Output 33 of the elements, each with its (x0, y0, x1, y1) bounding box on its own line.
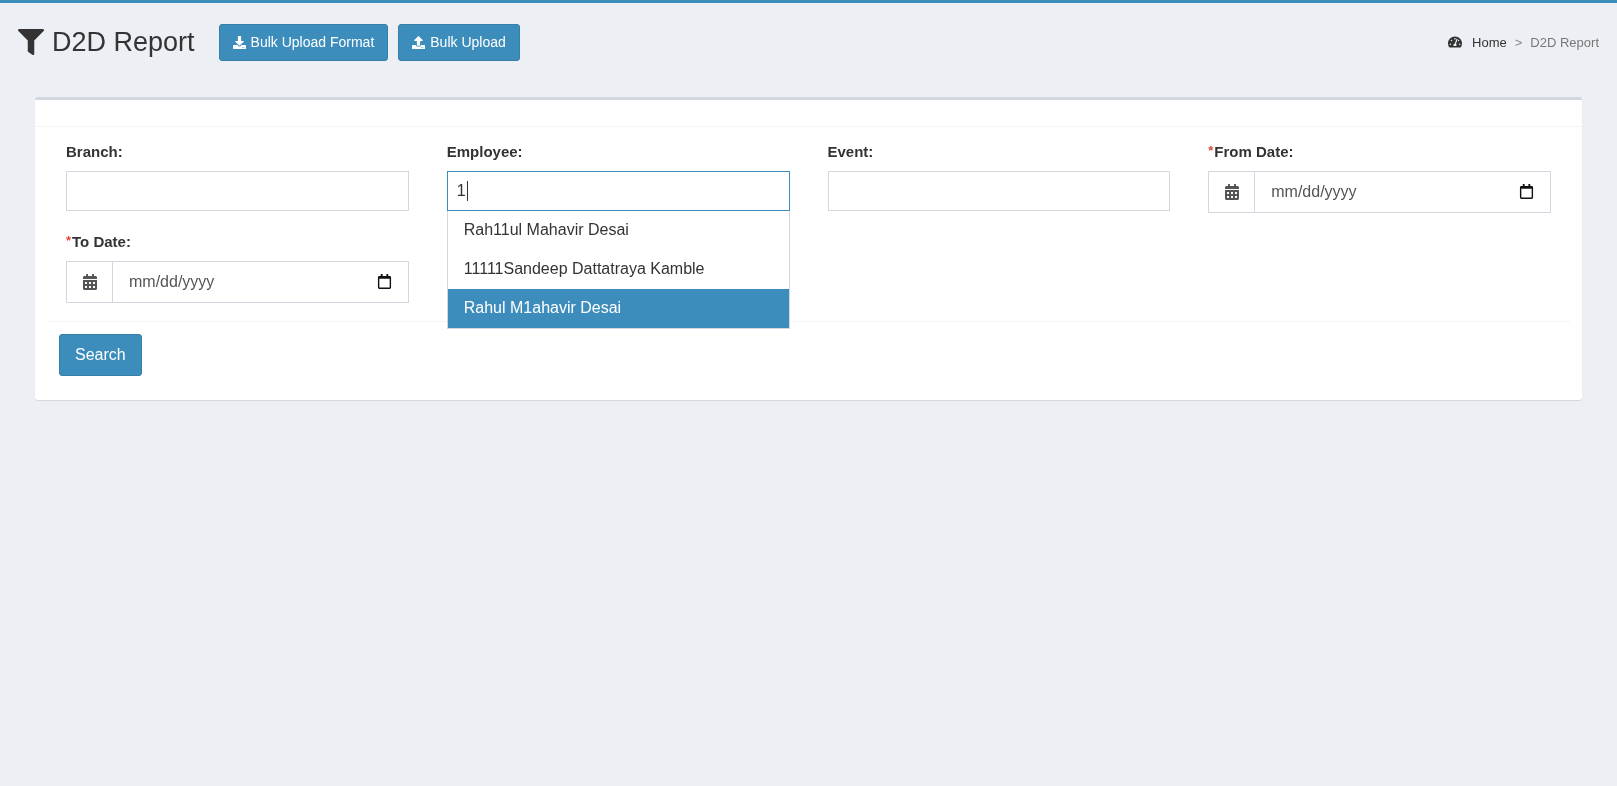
breadcrumb-current: D2D Report (1530, 33, 1599, 52)
field-label: *To Date: (66, 230, 132, 251)
search-button[interactable]: Search (59, 333, 142, 376)
field-label: Employee: (446, 141, 524, 161)
calendar-icon (1223, 183, 1240, 200)
breadcrumb-link[interactable]: Home (1448, 32, 1507, 52)
text-field[interactable] (66, 170, 409, 211)
text-field[interactable]: 1 (446, 170, 790, 211)
calendar-picker-icon[interactable] (1519, 184, 1534, 199)
breadcrumb-separator: > (1514, 33, 1523, 52)
required-mark: * (1208, 141, 1214, 160)
field-label: Event: (827, 141, 875, 161)
calendar-picker-icon[interactable] (376, 274, 392, 289)
field-label: *From Date: (1208, 140, 1295, 161)
upload-button[interactable]: Bulk Upload Format (218, 23, 389, 61)
field-label: Branch: (66, 141, 124, 161)
date-placeholder: mm/dd/yyyy (129, 271, 215, 292)
required-mark: * (66, 231, 72, 250)
suggestion-item[interactable]: Rahul M1ahavir Desai (447, 288, 789, 328)
text-field[interactable] (827, 170, 1171, 211)
dashboard-icon (1448, 35, 1463, 50)
download-icon (232, 35, 246, 49)
upload-icon (412, 35, 426, 49)
filter-icon (18, 29, 44, 56)
date-field[interactable]: mm/dd/yyyy (66, 260, 409, 303)
suggestion-item[interactable]: Rah11ul Mahavir Desai (447, 210, 789, 250)
page-title: D2D Report (52, 26, 195, 59)
field-value: 1 (456, 180, 466, 201)
suggestion-item[interactable]: 11111Sandeep Dattatraya Kamble (447, 249, 789, 289)
calendar-icon (81, 273, 98, 290)
upload-button[interactable]: Bulk Upload (398, 23, 520, 61)
date-field[interactable]: mm/dd/yyyy (1208, 170, 1551, 213)
date-placeholder: mm/dd/yyyy (1271, 181, 1357, 202)
